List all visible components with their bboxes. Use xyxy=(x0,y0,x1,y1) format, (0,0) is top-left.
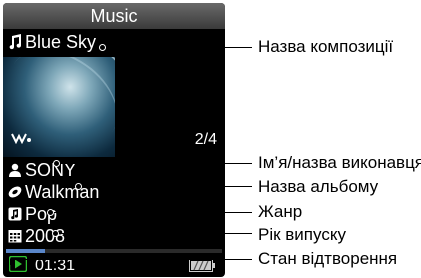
album-art: 2/4 xyxy=(3,57,225,157)
callout-label-year: Рік випуску xyxy=(258,225,346,244)
callout-dot-artist xyxy=(53,160,60,167)
person-icon xyxy=(7,163,23,177)
track-title-row: Blue Sky xyxy=(7,31,96,53)
callout-label-playback: Стан відтворення xyxy=(258,249,398,268)
callout-label-artist: Ім’я/назва виконавця xyxy=(258,153,421,172)
walkman-logo-icon xyxy=(11,131,33,149)
callout-line-artist xyxy=(56,163,252,164)
album-art-image xyxy=(3,57,115,157)
callout-label-genre: Жанр xyxy=(258,202,303,221)
disc-icon xyxy=(7,185,23,199)
battery-icon xyxy=(189,259,215,277)
genre-icon xyxy=(7,207,23,221)
callout-label-track: Назва композиції xyxy=(258,37,394,56)
music-note-icon xyxy=(7,34,23,50)
callout-line-album xyxy=(78,186,252,187)
playback-progress-bar[interactable] xyxy=(6,249,222,253)
callout-line-playback xyxy=(10,259,252,260)
track-counter: 2/4 xyxy=(194,131,217,148)
track-title: Blue Sky xyxy=(25,32,97,52)
callout-line-track xyxy=(102,47,252,48)
release-year: 2008 xyxy=(25,226,66,246)
calendar-icon xyxy=(7,229,23,243)
callout-dot-year xyxy=(52,230,59,237)
screen-title: Music xyxy=(3,3,225,29)
callout-label-album: Назва альбому xyxy=(258,177,379,196)
callout-line-year xyxy=(55,233,252,234)
album-row: Walkman xyxy=(7,181,99,203)
callout-bracket-left xyxy=(10,259,11,265)
callout-bracket-right xyxy=(29,259,30,265)
player-screen: Music Blue Sky 2/4 SONY Walkman Pop 2008… xyxy=(3,3,225,277)
callout-dot-track xyxy=(99,44,106,51)
callout-line-genre xyxy=(50,212,252,213)
callout-dot-album xyxy=(75,183,82,190)
playback-progress-fill xyxy=(6,249,45,253)
callout-dot-genre xyxy=(47,209,54,216)
album-name: Walkman xyxy=(25,182,100,202)
